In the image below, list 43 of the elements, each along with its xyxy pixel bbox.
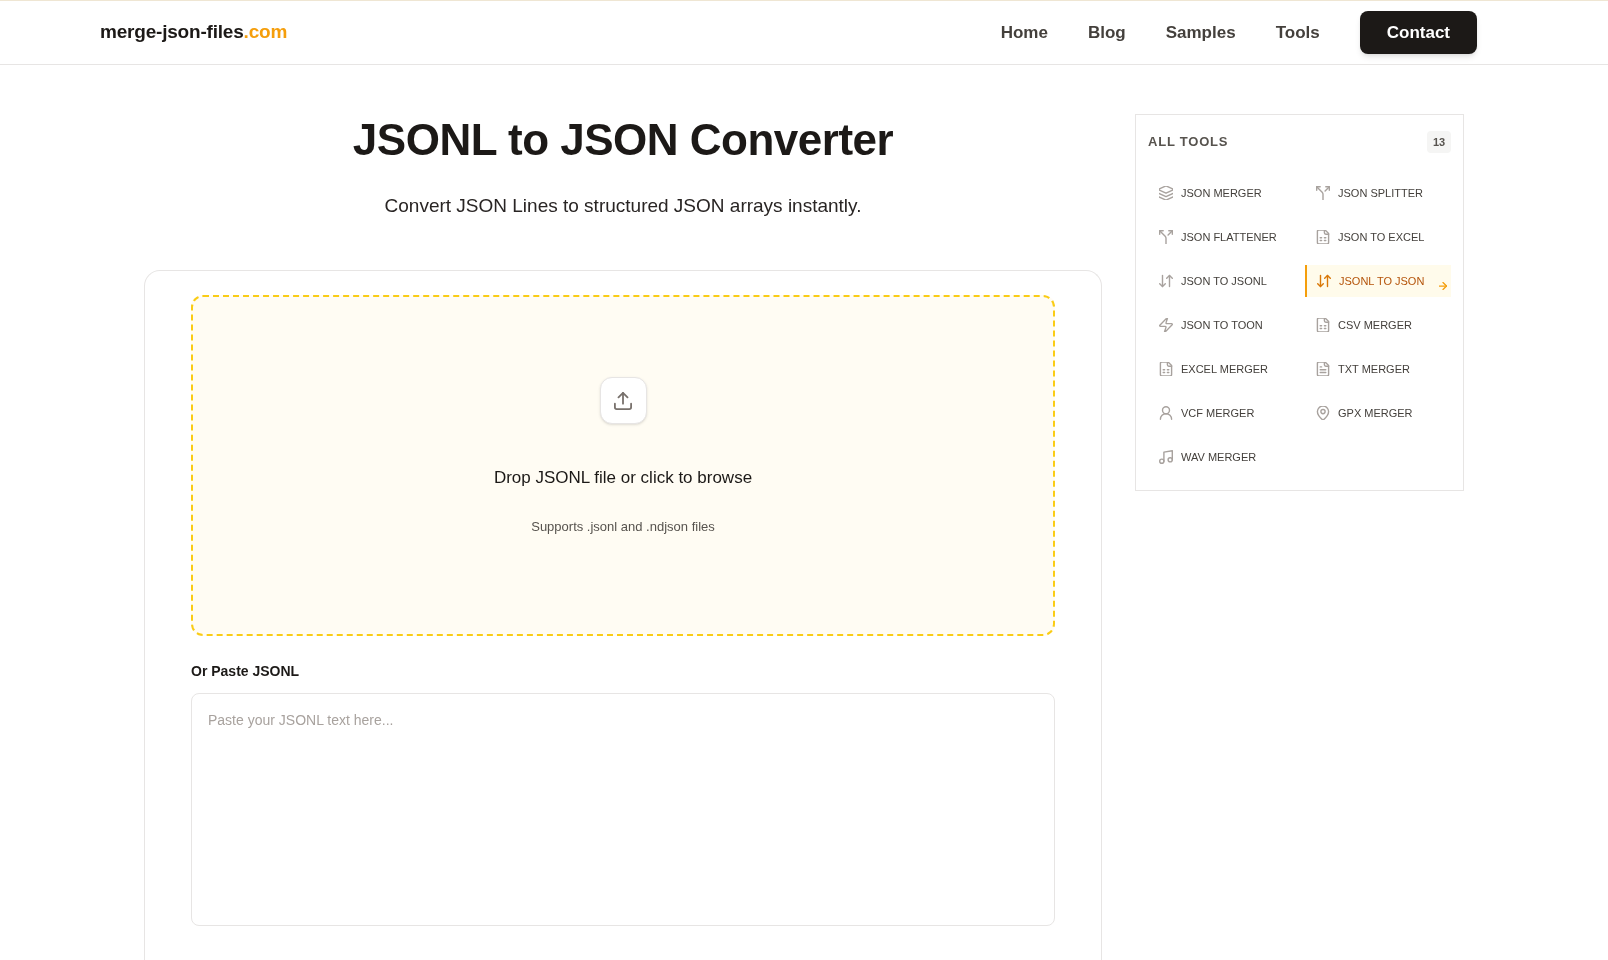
layers-icon [1159,186,1173,200]
upload-icon [599,377,647,424]
drop-instruction: Drop JSONL file or click to browse [493,467,753,489]
supported-formats-note: Supports .jsonl and .ndjson files [531,518,715,536]
spreadsheet-file-icon [1316,230,1330,244]
text-file-icon [1316,362,1330,376]
tool-link[interactable]: JSON FLATTENER [1148,221,1294,253]
music-note-icon [1159,450,1173,464]
nav-link[interactable]: Tools [1275,19,1320,46]
nav-link[interactable]: Samples [1165,19,1236,46]
tool-link[interactable]: CSV MERGER [1305,309,1451,341]
arrow-right-icon [1439,282,1447,290]
tool-link[interactable]: JSONL TO JSON [1305,265,1451,297]
paste-label: Or Paste JSONL [191,662,301,681]
tool-link[interactable]: WAV MERGER [1148,441,1294,473]
up-down-arrows-icon [1159,274,1173,288]
page-subtitle: Convert JSON Lines to structured JSON arrays instantly. [383,194,863,218]
tool-link[interactable]: JSON TO JSONL [1148,265,1294,297]
up-down-arrows-icon [1317,274,1331,288]
page-title: JSONL to JSON Converter [351,116,895,164]
tool-link[interactable]: EXCEL MERGER [1148,353,1294,385]
location-pin-icon [1316,406,1330,420]
tool-link[interactable]: JSON TO TOON [1148,309,1294,341]
nav-link[interactable]: Blog [1087,19,1126,46]
spreadsheet-file-icon [1159,362,1173,376]
lightning-icon [1159,318,1173,332]
tool-count: 13 [1427,131,1451,153]
tool-link[interactable]: JSON MERGER [1148,177,1294,209]
drop-zone[interactable]: Drop JSONL file or click to browse Supports .jsonl and .ndjson files [191,295,1055,636]
contact-button[interactable]: Contact [1359,11,1477,54]
spreadsheet-file-icon [1316,318,1330,332]
nav-link[interactable]: Home [1000,19,1048,46]
tool-link[interactable]: JSON SPLITTER [1305,177,1451,209]
tool-link[interactable]: GPX MERGER [1305,397,1451,429]
split-arrows-icon [1159,230,1173,244]
tool-link[interactable]: TXT MERGER [1305,353,1451,385]
tool-link[interactable]: JSON TO EXCEL [1305,221,1451,253]
tool-link[interactable]: VCF MERGER [1148,397,1294,429]
paste-field[interactable]: Paste your JSONL text here... [191,693,1055,926]
split-arrows-icon [1316,186,1330,200]
site-logo[interactable]: merge-json-files.com [100,18,288,47]
panel-title: ALL TOOLS [1148,133,1229,152]
person-icon [1159,406,1173,420]
